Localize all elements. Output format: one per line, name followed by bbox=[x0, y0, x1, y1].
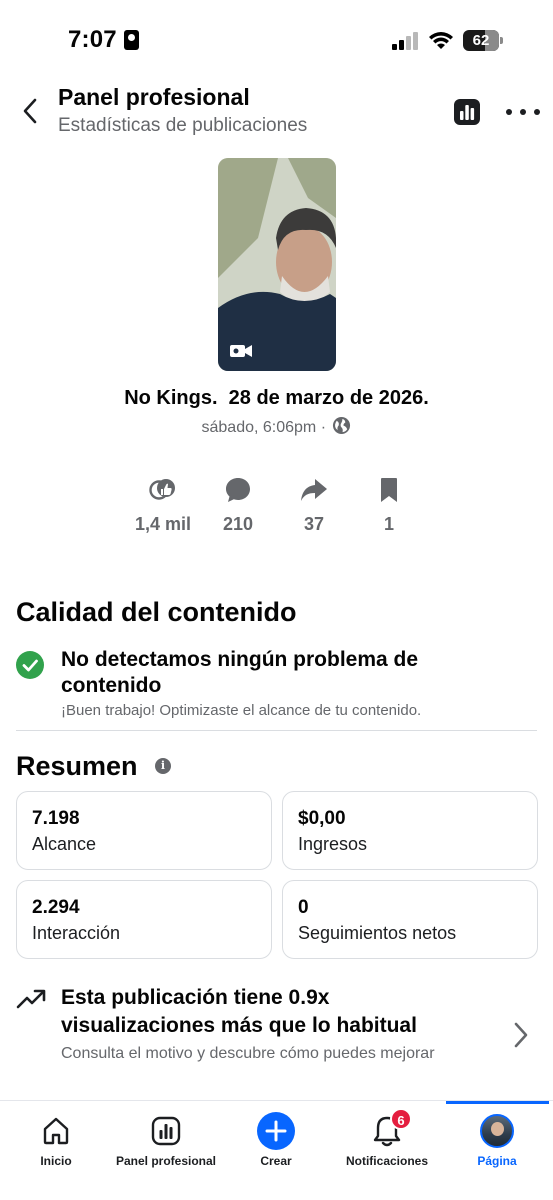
post-timestamp: sábado, 6:06pm · bbox=[201, 419, 327, 436]
quality-headline: No detectamos ningún problema de conteni… bbox=[61, 648, 419, 697]
nav-professional-dashboard[interactable]: Panel profesional bbox=[110, 1112, 222, 1172]
insights-icon[interactable] bbox=[453, 98, 481, 126]
status-time: 7:07 bbox=[68, 26, 117, 53]
post-caption: No Kings. 28 de marzo de 2026. bbox=[124, 387, 429, 409]
stat-saves[interactable]: 1 bbox=[349, 474, 429, 535]
quality-section-title: Calidad del contenido bbox=[16, 597, 297, 627]
nav-create[interactable]: Crear bbox=[246, 1112, 306, 1172]
performance-subtitle: Consulta el motivo y descubre cómo puede… bbox=[61, 1045, 435, 1062]
notification-badge: 6 bbox=[390, 1108, 412, 1130]
reactions-icon bbox=[149, 479, 175, 500]
metric-card-earnings[interactable]: $0,00 Ingresos bbox=[282, 791, 538, 870]
wifi-icon bbox=[429, 32, 453, 49]
comment-icon bbox=[226, 478, 250, 502]
more-options-button[interactable] bbox=[506, 100, 540, 124]
post-thumbnail[interactable] bbox=[218, 158, 336, 371]
post-meta: sábado, 6:06pm · bbox=[0, 416, 553, 437]
nav-label: Notificaciones bbox=[345, 1154, 429, 1168]
trending-up-icon bbox=[16, 989, 46, 1009]
page-subtitle: Estadísticas de publicaciones bbox=[58, 115, 308, 136]
stat-value: 1 bbox=[383, 514, 394, 534]
metric-value: 2.294 bbox=[32, 897, 80, 918]
active-tab-indicator bbox=[446, 1101, 549, 1104]
metric-value: $0,00 bbox=[298, 808, 346, 829]
dashboard-icon bbox=[151, 1116, 181, 1146]
divider bbox=[16, 730, 537, 731]
nav-label: Página bbox=[477, 1154, 517, 1168]
metric-label: Interacción bbox=[32, 923, 121, 943]
page-title: Panel profesional bbox=[58, 84, 250, 110]
stat-comments[interactable]: 210 bbox=[198, 474, 278, 535]
check-circle-icon bbox=[16, 651, 44, 679]
metric-card-reach[interactable]: 7.198 Alcance bbox=[16, 791, 272, 870]
share-icon bbox=[301, 479, 327, 501]
metric-label: Alcance bbox=[32, 834, 97, 854]
plus-icon bbox=[257, 1112, 295, 1150]
home-icon bbox=[43, 1117, 69, 1145]
video-preview-image bbox=[218, 158, 336, 371]
stat-value: 37 bbox=[303, 514, 325, 534]
nav-label: Crear bbox=[260, 1154, 292, 1168]
summary-section-title: Resumen bbox=[16, 751, 138, 781]
battery-icon: 62 bbox=[463, 30, 503, 51]
nav-home[interactable]: Inicio bbox=[20, 1112, 92, 1172]
stat-value: 210 bbox=[222, 514, 254, 534]
stat-reactions[interactable]: 1,4 mil bbox=[123, 474, 203, 535]
performance-title: Esta publicación tiene 0.9x visualizacio… bbox=[61, 986, 417, 1037]
battery-level: 62 bbox=[472, 32, 490, 49]
status-bar: 7:07 62 bbox=[0, 0, 553, 72]
metric-value: 7.198 bbox=[32, 808, 80, 829]
nav-label: Inicio bbox=[40, 1154, 72, 1168]
page-header: Panel profesional Estadísticas de public… bbox=[0, 78, 553, 148]
stat-value: 1,4 mil bbox=[134, 514, 192, 534]
chevron-right-icon bbox=[514, 1022, 528, 1048]
chevron-left-icon bbox=[23, 98, 37, 124]
nav-page[interactable]: Página bbox=[466, 1112, 528, 1172]
video-camera-icon bbox=[230, 345, 252, 357]
dot bbox=[534, 109, 540, 115]
nav-notifications[interactable]: 6 Notificaciones bbox=[336, 1108, 438, 1172]
nav-label: Panel profesional bbox=[115, 1154, 217, 1168]
stat-shares[interactable]: 37 bbox=[274, 474, 354, 535]
dot bbox=[520, 109, 526, 115]
metric-card-engagement[interactable]: 2.294 Interacción bbox=[16, 880, 272, 959]
back-button[interactable] bbox=[16, 94, 44, 128]
info-icon[interactable]: i bbox=[155, 758, 171, 774]
cellular-signal-icon bbox=[392, 32, 418, 50]
bookmark-icon bbox=[381, 478, 397, 502]
quality-description: ¡Buen trabajo! Optimizaste el alcance de… bbox=[61, 702, 422, 719]
avatar bbox=[480, 1114, 514, 1148]
dot bbox=[506, 109, 512, 115]
metric-card-net-follows[interactable]: 0 Seguimientos netos bbox=[282, 880, 538, 959]
metric-label: Ingresos bbox=[298, 834, 368, 854]
globe-icon bbox=[333, 416, 351, 435]
portrait-lock-icon bbox=[124, 30, 139, 50]
metric-value: 0 bbox=[298, 897, 309, 918]
metric-label: Seguimientos netos bbox=[298, 923, 457, 943]
